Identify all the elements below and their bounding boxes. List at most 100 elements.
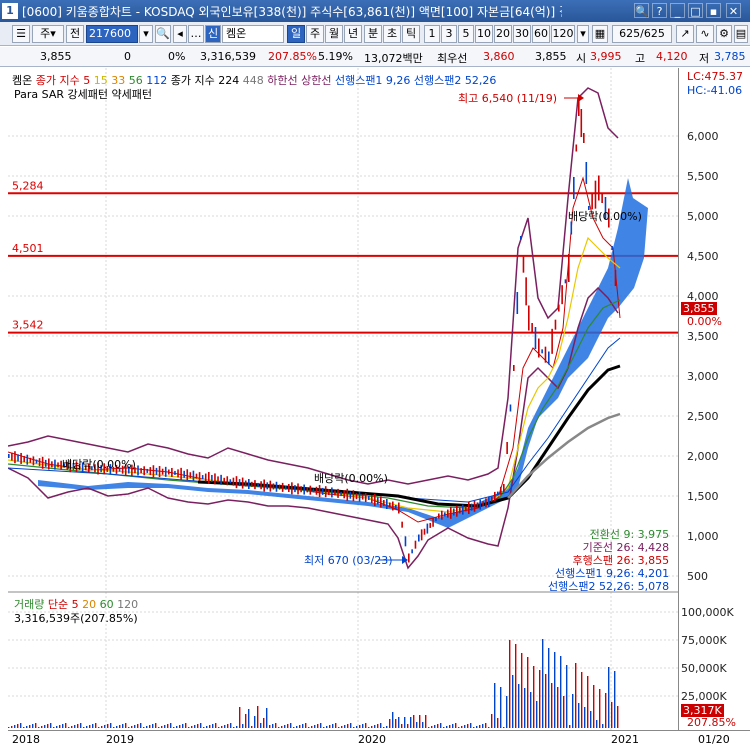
maximize-icon[interactable]: □ (688, 3, 703, 18)
speaker-icon[interactable]: ◂ (173, 25, 187, 43)
interval-10[interactable]: 10 (475, 25, 493, 43)
close-icon[interactable]: ✕ (726, 3, 741, 18)
volume-bar (368, 727, 370, 728)
tab-second[interactable]: 초 (383, 25, 401, 43)
candle (414, 540, 417, 549)
interval-120[interactable]: 120 (551, 25, 575, 43)
candle (251, 481, 253, 487)
candle (548, 351, 550, 365)
interval-dropdown-icon[interactable]: ▾ (577, 25, 589, 43)
volume-bar (251, 726, 253, 728)
price-chart[interactable]: 5,284 4,501 3,542 배당락(0.00%) 배당락(0.00%) 배당… (8, 68, 678, 730)
volume-bar (524, 688, 526, 728)
candle (186, 469, 189, 481)
options-icon[interactable]: … (188, 25, 204, 43)
tab-week[interactable]: 주 (306, 25, 324, 43)
volume-bar (593, 685, 595, 728)
volume-bar (185, 723, 187, 728)
volume-bar (608, 667, 610, 728)
candle (554, 319, 557, 330)
low-price: 3,785 (714, 50, 746, 63)
layout-icon[interactable]: ▤ (734, 25, 748, 43)
candle (570, 221, 573, 235)
ichimoku-lagging: 후행스팬 26: 3,855 (572, 554, 670, 567)
candle (334, 490, 336, 496)
legend-upper-band: 상한선 (301, 74, 332, 87)
volume-bar (446, 726, 448, 728)
indicator-icon[interactable]: ∿ (696, 25, 714, 43)
date-label: 2019 (106, 733, 134, 746)
tab-day[interactable]: 일 (287, 25, 305, 43)
search-icon[interactable]: 🔍 (155, 25, 171, 43)
prev-button[interactable]: 전 (66, 25, 84, 43)
candle (386, 499, 388, 509)
volume-bar (341, 726, 343, 728)
volume-bar (287, 724, 289, 728)
volume-bar (143, 727, 145, 728)
volume-bar (398, 717, 400, 728)
candle (11, 452, 13, 461)
tab-tick[interactable]: 틱 (402, 25, 420, 43)
app-icon: 1 (2, 3, 18, 19)
pin-icon[interactable]: ▪ (706, 3, 721, 18)
volume-bar (491, 714, 493, 728)
interval-3[interactable]: 3 (441, 25, 457, 43)
volume-bar (152, 724, 154, 728)
minimize-icon[interactable]: _ (670, 3, 685, 18)
candle (531, 323, 533, 333)
volume-bar (515, 644, 517, 728)
candle (506, 442, 508, 454)
candle (171, 467, 173, 477)
interval-30[interactable]: 30 (513, 25, 531, 43)
candle (468, 502, 470, 514)
axis-label: 6,000 (687, 130, 719, 143)
stock-code-input[interactable]: 217600 (86, 25, 138, 43)
help-icon[interactable]: ? (652, 3, 667, 18)
grid-icon[interactable]: ▦ (592, 25, 608, 43)
candle (278, 484, 281, 490)
interval-60[interactable]: 60 (532, 25, 550, 43)
volume-bar (308, 727, 310, 728)
volume-bar (155, 723, 157, 728)
candle (473, 500, 476, 512)
settings-icon[interactable]: ⚙ (716, 25, 732, 43)
volume-bar (503, 727, 505, 728)
period-type-select[interactable]: 주▾ (32, 25, 64, 43)
candle (361, 494, 364, 500)
volume-bar (596, 720, 598, 728)
volume-bar (428, 727, 430, 728)
candle (497, 491, 499, 496)
date-label: 01/20 (698, 733, 730, 746)
candle (281, 482, 284, 492)
volume-bar (458, 727, 460, 728)
high-label: 고 (635, 52, 646, 65)
candle (337, 488, 339, 498)
candle (551, 328, 553, 354)
candle (585, 162, 588, 184)
interval-5[interactable]: 5 (458, 25, 474, 43)
axis-label: 3,000 (687, 370, 719, 383)
candle (183, 470, 185, 478)
interval-20[interactable]: 20 (494, 25, 512, 43)
tab-minute[interactable]: 분 (364, 25, 382, 43)
axis-label: 5,500 (687, 170, 719, 183)
axis-label: 1,500 (687, 490, 719, 503)
price-axis[interactable]: LC:475.37 HC:-41.06 6,000 5,500 5,000 4,… (678, 68, 750, 730)
volume-bar (533, 666, 535, 728)
legend-span1: 선행스팬1 9,26 (334, 74, 411, 87)
interval-1[interactable]: 1 (424, 25, 440, 43)
tab-year[interactable]: 년 (344, 25, 362, 43)
code-dropdown-icon[interactable]: ▾ (139, 25, 153, 43)
tab-month[interactable]: 월 (325, 25, 343, 43)
volume-bar (29, 725, 31, 728)
chart-type-icon[interactable]: ↗ (676, 25, 694, 43)
candle (192, 470, 195, 481)
chart-menu-icon[interactable]: ☰ (12, 25, 30, 43)
search-icon[interactable]: 🔍 (634, 3, 649, 18)
stock-name-field[interactable]: 켐온 (222, 25, 284, 43)
candle (294, 485, 296, 493)
candle (51, 461, 53, 468)
volume-bar (536, 701, 538, 728)
volume-bar (275, 723, 277, 728)
volume-bar (563, 696, 565, 728)
